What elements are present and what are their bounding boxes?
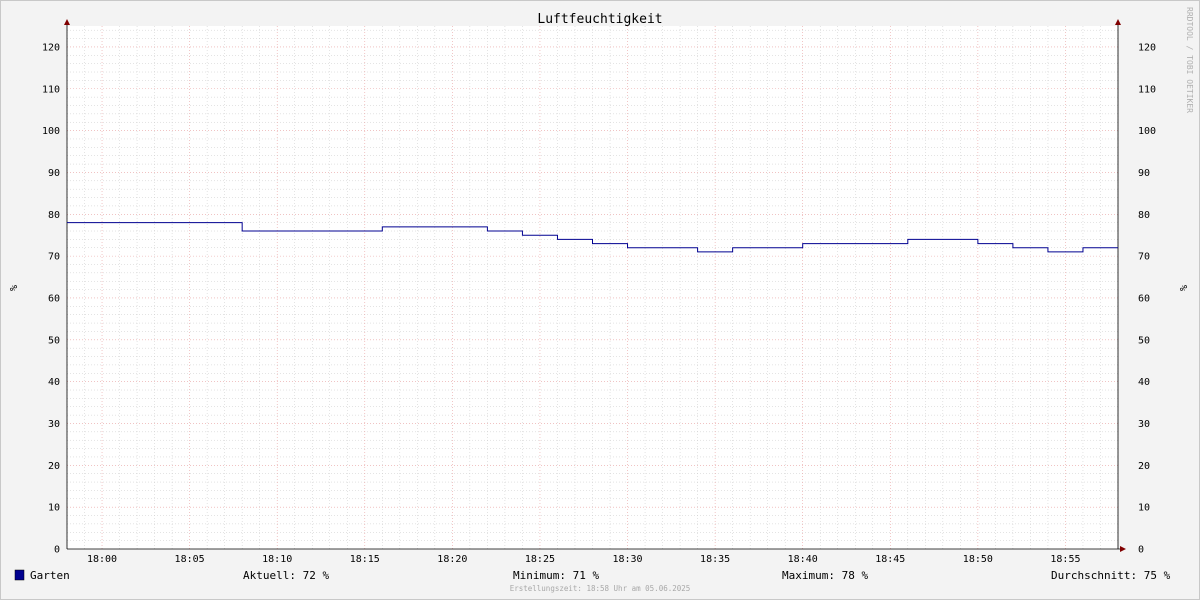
legend-series-name: Garten [30,569,70,582]
y-axis-label-right: % [1177,285,1188,291]
y-tick-label-right: 0 [1138,545,1144,556]
y-tick-label-left: 0 [54,545,60,556]
x-tick-label: 18:10 [262,554,292,565]
x-axis-arrow [1120,546,1126,552]
y-tick-label-left: 90 [48,168,60,179]
x-tick-label: 18:00 [87,554,117,565]
y-tick-label-right: 100 [1138,126,1156,137]
y-tick-label-right: 60 [1138,293,1150,304]
y-tick-label-right: 80 [1138,210,1150,221]
x-tick-label: 18:05 [175,554,205,565]
y-axis-right: 0 10 20 30 40 50 60 70 80 90 100 110 120 [1138,42,1156,555]
y-tick-label-left: 100 [42,126,60,137]
y-tick-label-left: 10 [48,503,60,514]
x-tick-label: 18:55 [1050,554,1080,565]
y-axis-arrow-right [1115,19,1121,25]
legend-current: Aktuell: 72 % [243,569,329,582]
y-axis-left: 0 10 20 30 40 50 60 70 80 90 100 110 120 [42,42,60,555]
x-tick-label: 18:35 [700,554,730,565]
minor-grid [66,26,1119,549]
y-tick-label-left: 20 [48,461,60,472]
legend-maximum: Maximum: 78 % [782,569,868,582]
legend-average: Durchschnitt: 75 % [1051,569,1171,582]
legend-swatch [14,569,25,581]
footer-timestamp: Erstellungszeit: 18:58 Uhr am 05.06.2025 [510,584,691,593]
y-tick-label-right: 50 [1138,335,1150,346]
x-tick-label: 18:15 [350,554,380,565]
y-axis-arrow-left [64,19,70,25]
x-tick-label: 18:40 [788,554,818,565]
y-tick-label-right: 20 [1138,461,1150,472]
x-tick-label: 18:25 [525,554,555,565]
legend-minimum: Minimum: 71 % [513,569,599,582]
x-tick-label: 18:45 [875,554,905,565]
x-tick-label: 18:30 [612,554,642,565]
watermark: RRDTOOL / TOBI OETIKER [1185,7,1194,113]
y-tick-label-left: 30 [48,419,60,430]
y-tick-label-left: 50 [48,335,60,346]
y-tick-label-right: 120 [1138,42,1156,53]
x-axis: 18:00 18:05 18:10 18:15 18:20 18:25 18:30 18:35… [87,554,1081,565]
y-axis-label-left: % [7,285,18,291]
y-tick-label-right: 90 [1138,168,1150,179]
y-tick-label-right: 70 [1138,252,1150,263]
y-tick-label-left: 80 [48,210,60,221]
chart-svg: Luftfeuchtigkeit RRDTOOL / TOBI OETIKER … [7,7,1194,593]
y-tick-label-right: 10 [1138,503,1150,514]
y-tick-label-left: 70 [48,252,60,263]
y-tick-label-left: 60 [48,293,60,304]
y-tick-label-left: 40 [48,377,60,388]
chart-title: Luftfeuchtigkeit [537,12,662,27]
y-tick-label-right: 30 [1138,419,1150,430]
y-tick-label-right: 110 [1138,84,1156,95]
y-tick-label-left: 120 [42,42,60,53]
y-tick-label-right: 40 [1138,377,1150,388]
x-tick-label: 18:50 [963,554,993,565]
x-tick-label: 18:20 [437,554,467,565]
y-tick-label-left: 110 [42,84,60,95]
